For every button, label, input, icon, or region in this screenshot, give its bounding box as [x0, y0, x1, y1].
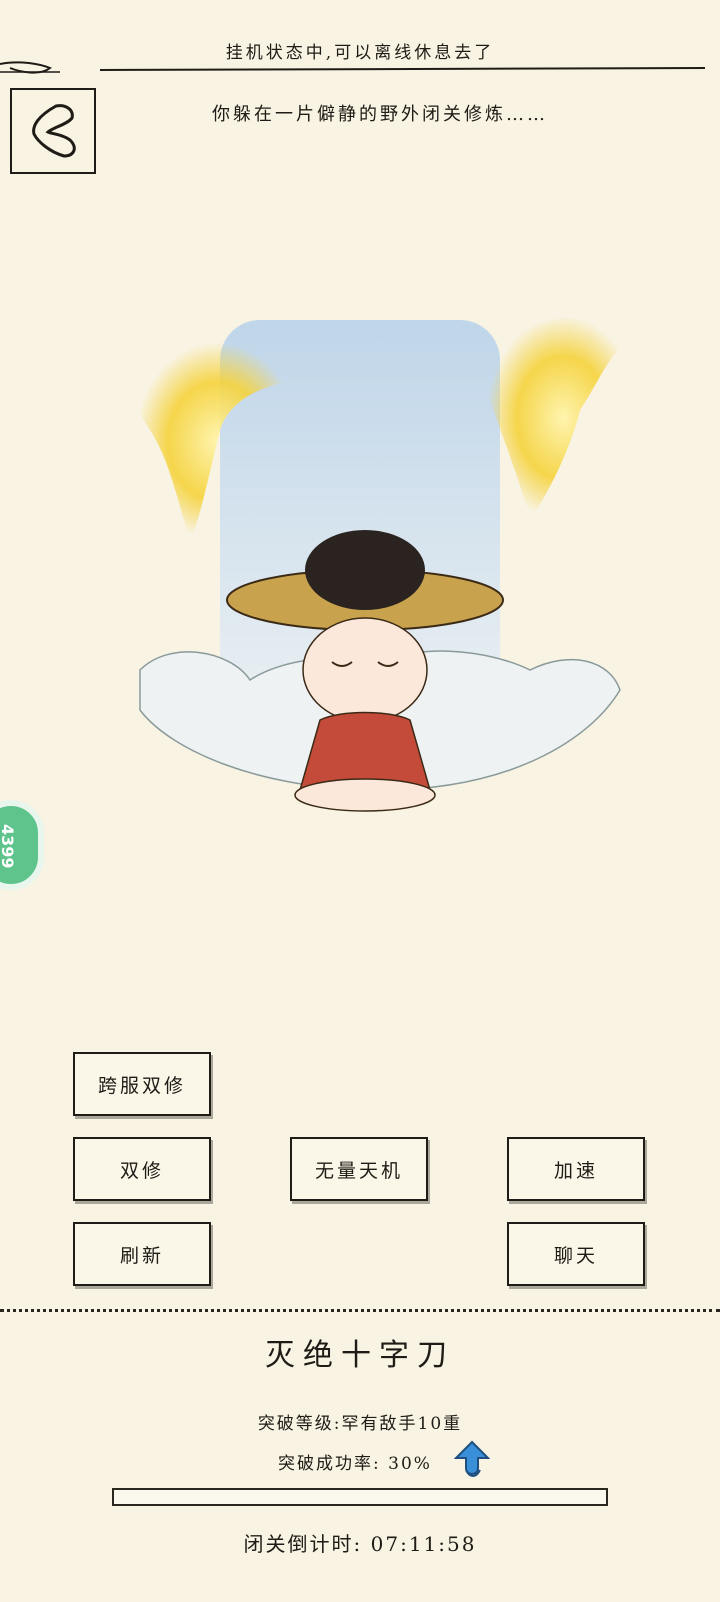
retreat-countdown: 闭关倒计时: 07:11:58 — [243, 1532, 477, 1556]
up-arrow-icon[interactable] — [454, 1440, 490, 1480]
meditation-scene — [135, 316, 640, 812]
breakthrough-progress-bar — [112, 1488, 608, 1506]
cross-server-dual-button[interactable]: 跨服双修 — [73, 1052, 211, 1116]
dual-cultivation-button[interactable]: 双修 — [73, 1137, 211, 1201]
infinite-heaven-button[interactable]: 无量天机 — [290, 1137, 428, 1201]
refresh-button[interactable]: 刷新 — [73, 1222, 211, 1286]
narration-text: 你躲在一片僻静的野外闭关修炼…… — [212, 104, 548, 125]
brush-divider — [0, 61, 706, 74]
accelerate-button[interactable]: 加速 — [507, 1137, 645, 1201]
skill-name: 灭绝十字刀 — [265, 1338, 455, 1373]
side-tab-label: 4399 — [0, 824, 17, 869]
chat-button[interactable]: 聊天 — [507, 1222, 645, 1286]
back-button[interactable] — [10, 88, 96, 174]
folded-legs — [294, 778, 436, 812]
4399-side-tab[interactable]: 4399 — [0, 800, 44, 890]
hair — [305, 530, 425, 610]
breakthrough-rate: 突破成功率: 30% — [278, 1454, 432, 1474]
back-arrow-icon — [32, 104, 76, 158]
breakthrough-level: 突破等级:罕有敌手10重 — [257, 1414, 463, 1434]
face — [302, 617, 428, 723]
spirit-right — [486, 316, 640, 520]
section-divider — [0, 1309, 720, 1312]
